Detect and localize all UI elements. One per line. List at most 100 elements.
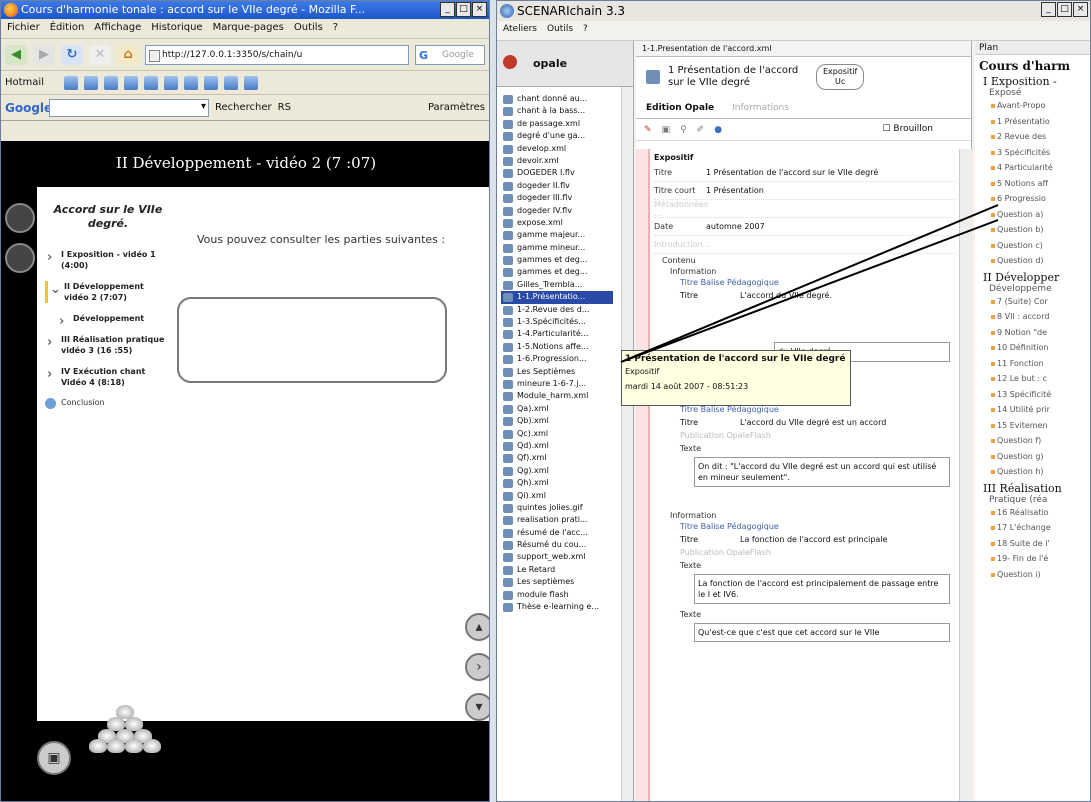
pen-icon[interactable]: ✐ (697, 125, 705, 135)
block3-title-row[interactable]: Titre La fonction de l'accord est princip… (680, 535, 956, 544)
left-tab-button[interactable] (5, 203, 35, 233)
plan-subsection[interactable]: Exposé (975, 88, 1090, 98)
menu-marque-pages[interactable]: Marque-pages (213, 22, 284, 35)
tree-item[interactable]: de passage.xml (501, 118, 613, 130)
tree-item[interactable]: Qf).xml (501, 452, 613, 464)
tree-item[interactable]: degré d'une ga... (501, 130, 613, 142)
field-date[interactable]: Date automne 2007 (654, 218, 956, 236)
toolbar-icon[interactable] (183, 75, 198, 90)
menu-aide[interactable]: ? (583, 24, 588, 37)
tree-item[interactable]: Qb).xml (501, 415, 613, 427)
tree-item[interactable]: mineure 1-6-7.j... (501, 378, 613, 390)
plan-item[interactable]: 10 Définition (975, 340, 1090, 356)
plan-item[interactable]: 5 Notions aff (975, 176, 1090, 192)
tree-item[interactable]: 1-6.Progression... (501, 353, 613, 365)
plan-section[interactable]: I Exposition - (975, 75, 1090, 88)
toolbar-icon[interactable] (103, 75, 118, 90)
minimize-button[interactable]: _ (1041, 2, 1056, 17)
plan-item[interactable]: 7 (Suite) Cor (975, 294, 1090, 310)
tree-item[interactable]: quintes jolies.gif (501, 502, 613, 514)
tree-item[interactable]: Les septièmes (501, 576, 613, 588)
block1-title-row[interactable]: Titre L'accord du VIIe degré. (680, 291, 956, 300)
plan-item[interactable]: 4 Particularité (975, 160, 1090, 176)
tree-item[interactable]: chant donné au... (501, 93, 613, 105)
plan-item[interactable]: 19- Fin de l'é (975, 551, 1090, 567)
maximize-button[interactable]: □ (1057, 2, 1072, 17)
editor-file-tab[interactable]: 1-1.Presentation de l'accord.xml (636, 41, 971, 57)
publication-opaleflash-label[interactable]: Publication OpaleFlash (680, 431, 956, 440)
bookmark-hotmail[interactable]: Hotmail (5, 77, 44, 88)
edit-icon[interactable]: ✎ (644, 125, 652, 135)
plan-item[interactable]: Question g) (975, 449, 1090, 465)
menu-fichier[interactable]: Fichier (7, 22, 40, 35)
outline-item-realisation[interactable]: › III Réalisation pratique vidéo 3 (16 :5… (45, 334, 171, 356)
tree-item[interactable]: Résumé du cou... (501, 539, 613, 551)
field-titre-court[interactable]: Titre court 1 Présentation (654, 182, 956, 200)
maximize-button[interactable]: □ (456, 2, 471, 17)
plan-section[interactable]: III Réalisation (975, 482, 1090, 495)
tree-item[interactable]: support_web.xml (501, 551, 613, 563)
settings-tab-button[interactable] (5, 243, 35, 273)
outline-subitem-developpement[interactable]: › Développement (45, 313, 171, 328)
field-value[interactable]: 1 Présentation de l'accord sur le VIIe d… (706, 168, 878, 177)
toolbar-icon[interactable] (123, 75, 138, 90)
tree-item[interactable]: Qd).xml (501, 440, 613, 452)
plan-item[interactable]: 2 Revue des (975, 129, 1090, 145)
tree-item[interactable]: develop.xml (501, 143, 613, 155)
tree-item[interactable]: Qa).xml (501, 403, 613, 415)
plan-item[interactable]: Question i) (975, 567, 1090, 583)
toolbar-icon[interactable] (163, 75, 178, 90)
close-button[interactable]: × (1073, 2, 1088, 17)
field-introduction[interactable]: Introduction... (654, 236, 956, 254)
tab-informations[interactable]: Informations (732, 103, 789, 113)
tree-item[interactable]: dogeder II.flv (501, 180, 613, 192)
outline-item-developpement[interactable]: ⌄ II Développement vidéo 2 (7:07) (45, 281, 171, 303)
tree-item[interactable]: Le Retard (501, 564, 613, 576)
plan-item[interactable]: 11 Fonction (975, 356, 1090, 372)
tree-item[interactable]: Qc).xml (501, 428, 613, 440)
toolbar-icon[interactable] (203, 75, 218, 90)
plan-section[interactable]: II Développer (975, 271, 1090, 284)
tree-item[interactable]: realisation prati... (501, 514, 613, 526)
toolbar-icon[interactable] (83, 75, 98, 90)
google-search-input[interactable] (49, 98, 209, 117)
nav-next-button[interactable]: › (465, 653, 489, 681)
plan-subsection[interactable]: Développeme (975, 284, 1090, 294)
tree-item[interactable]: résumé de l'acc... (501, 527, 613, 539)
tab-edition-opale[interactable]: Edition Opale (646, 103, 714, 113)
google-settings-button[interactable]: Paramètres (428, 102, 485, 113)
stop-button[interactable]: ✕ (89, 44, 111, 65)
block-title-value[interactable]: La fonction de l'accord est principale (740, 535, 887, 544)
menu-outils[interactable]: Outils (294, 22, 323, 35)
menu-edition[interactable]: Édition (50, 22, 85, 35)
toolbar-icon[interactable] (243, 75, 258, 90)
google-search-button[interactable]: Rechercher (215, 102, 272, 113)
plan-item[interactable]: 18 Suite de l' (975, 536, 1090, 552)
plan-item[interactable]: Question c) (975, 238, 1090, 254)
plan-item[interactable]: Question f) (975, 433, 1090, 449)
menu-ateliers[interactable]: Ateliers (503, 24, 537, 37)
plan-item[interactable]: Question a) (975, 207, 1090, 223)
publication-opaleflash-label[interactable]: Publication OpaleFlash (680, 548, 956, 557)
url-field[interactable]: http://127.0.0.1:3350/s/chain/u (145, 44, 409, 65)
tree-item[interactable]: Qg).xml (501, 465, 613, 477)
block3-text[interactable]: La fonction de l'accord est principaleme… (694, 574, 950, 604)
tree-item[interactable]: dogeder IV.flv (501, 205, 613, 217)
outline-item-exposition[interactable]: › I Exposition - vidéo 1 (4:00) (45, 249, 171, 271)
tree-item[interactable]: gammes et deg... (501, 254, 613, 266)
tree-item[interactable]: gammes et deg... (501, 266, 613, 278)
tree-item[interactable]: gamme majeur... (501, 229, 613, 241)
save-icon[interactable]: ▣ (662, 125, 671, 135)
tree-item[interactable]: dogeder III.flv (501, 192, 613, 204)
tree-item[interactable]: module flash (501, 589, 613, 601)
toolbar-icon[interactable] (63, 75, 78, 90)
plan-item[interactable]: 9 Notion "de (975, 325, 1090, 341)
reload-button[interactable]: ↻ (61, 44, 83, 65)
tree-item[interactable]: Module_harm.xml (501, 390, 613, 402)
tree-item[interactable]: gamme mineur... (501, 242, 613, 254)
nav-down-button[interactable]: ▾ (465, 693, 489, 721)
plan-item[interactable]: 13 Spécificité (975, 387, 1090, 403)
tree-item[interactable]: 1-2.Revue des d... (501, 304, 613, 316)
block-title-value[interactable]: L'accord du VIIe degré est un accord (740, 418, 886, 427)
plan-item[interactable]: Avant-Propo (975, 98, 1090, 114)
